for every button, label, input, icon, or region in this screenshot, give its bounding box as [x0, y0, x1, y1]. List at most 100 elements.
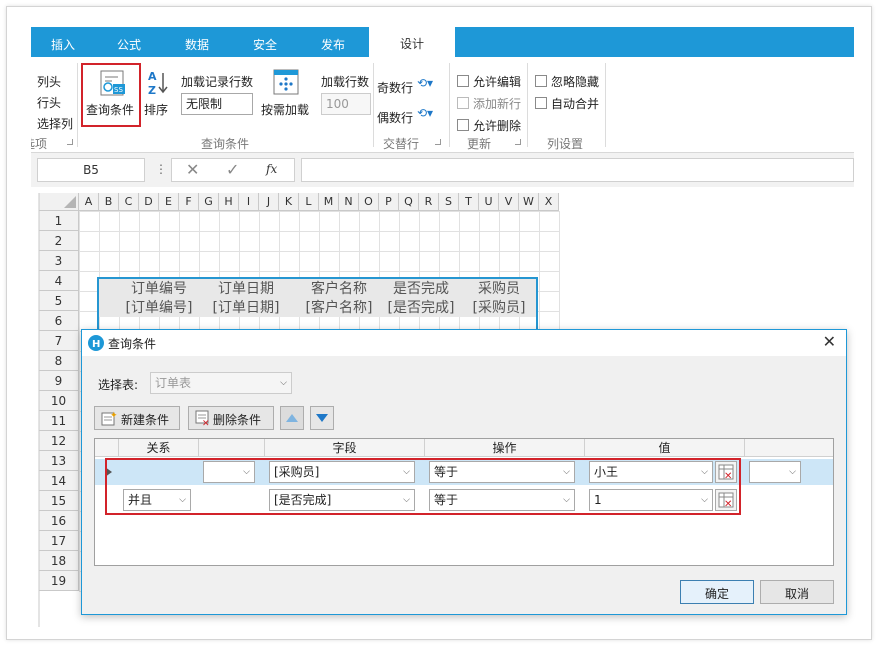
- query-condition-icon: SS: [100, 70, 125, 96]
- table-field-cell[interactable]: [采购员]: [459, 297, 539, 317]
- confirm-formula-icon[interactable]: ✓: [226, 160, 239, 179]
- ribbon-tab-bar: 插入 公式 数据 安全 发布 设计: [31, 27, 854, 57]
- formula-bar-menu-icon[interactable]: ⋮: [155, 162, 167, 176]
- group-label-update: 更新: [467, 137, 492, 151]
- odd-row-button[interactable]: 奇数行: [377, 79, 413, 96]
- screenshot-frame: 插入 公式 数据 安全 发布 设计 列头 行头 选择列 选项 SS 查询条件: [6, 6, 872, 640]
- grid-header: 关系 字段 操作 值: [95, 439, 833, 457]
- formula-input[interactable]: [301, 158, 854, 182]
- grid-indicator-header: [95, 439, 119, 457]
- formula-bar: B5 ⋮ ✕ ✓ fx: [31, 153, 854, 187]
- svg-text:Z: Z: [148, 84, 156, 97]
- load-count-label: 加载行数: [321, 75, 370, 89]
- load-rows-label: 加载记录行数: [181, 75, 254, 89]
- option-select-column[interactable]: 选择列: [37, 115, 73, 132]
- table-field-cell[interactable]: [客户名称]: [297, 297, 381, 317]
- even-row-paint-icon[interactable]: ⟲▾: [417, 106, 433, 120]
- auto-merge-checkbox[interactable]: [535, 97, 547, 109]
- tab-formula[interactable]: 公式: [107, 27, 151, 57]
- grid-header-extra: [745, 439, 833, 457]
- group-alternate-launcher-icon[interactable]: [435, 139, 441, 145]
- ribbon-separator: [527, 63, 528, 147]
- table-field-cell[interactable]: [订单编号]: [117, 297, 201, 317]
- ignore-hidden-label: 忽略隐藏: [551, 75, 600, 89]
- svg-text:✕: ✕: [202, 419, 210, 426]
- group-label-alternate-row: 交替行: [383, 137, 420, 151]
- svg-text:H: H: [92, 339, 100, 350]
- sort-label: 排序: [144, 103, 169, 117]
- ok-label: 确定: [704, 587, 729, 601]
- table-header-cell[interactable]: 是否完成: [379, 278, 463, 298]
- sort-button[interactable]: A Z 排序: [143, 65, 173, 125]
- svg-text:✦: ✦: [110, 411, 117, 421]
- ribbon-separator: [605, 63, 606, 147]
- select-table-value: 订单表: [155, 376, 192, 390]
- load-rows-input[interactable]: 无限制: [181, 93, 253, 115]
- allow-edit-label: 允许编辑: [473, 75, 522, 89]
- query-condition-button[interactable]: SS 查询条件: [81, 63, 141, 127]
- name-box[interactable]: B5: [37, 158, 145, 182]
- table-header-cell[interactable]: 订单编号: [117, 278, 201, 298]
- table-field-cell[interactable]: [订单日期]: [201, 297, 291, 317]
- load-on-demand-label: 按需加载: [261, 103, 310, 117]
- add-new-row-checkbox[interactable]: [457, 97, 469, 109]
- query-condition-dialog: H 查询条件 ✕ 选择表: 订单表 ⌵ ✦ 新建条件 ✕ 删除条件 关系 字段 …: [81, 329, 847, 615]
- cancel-label: 取消: [784, 587, 809, 601]
- even-row-button[interactable]: 偶数行: [377, 109, 413, 126]
- odd-row-paint-icon[interactable]: ⟲▾: [417, 76, 433, 90]
- delete-condition-icon: ✕: [195, 410, 210, 426]
- new-condition-button[interactable]: ✦ 新建条件: [94, 406, 180, 430]
- allow-edit-checkbox[interactable]: [457, 75, 469, 87]
- tab-security[interactable]: 安全: [243, 27, 287, 57]
- condition-grid: 关系 字段 操作 值 ⌵ [采购员] ⌵ 等于 ⌵ 小王 ⌵ ✕ ⌵ 并且 ⌵ …: [94, 438, 834, 566]
- function-icon[interactable]: fx: [266, 162, 277, 176]
- svg-text:SS: SS: [114, 86, 123, 94]
- tab-data[interactable]: 数据: [175, 27, 219, 57]
- allow-delete-label: 允许删除: [473, 119, 522, 133]
- ribbon: 列头 行头 选择列 选项 SS 查询条件 A Z 排序: [31, 57, 854, 153]
- group-label-column-settings: 列设置: [547, 137, 584, 151]
- load-count-input[interactable]: 100: [321, 93, 371, 115]
- delete-condition-button[interactable]: ✕ 删除条件: [188, 406, 274, 430]
- table-field-cell[interactable]: [是否完成]: [379, 297, 463, 317]
- dialog-close-icon[interactable]: ✕: [823, 332, 836, 351]
- extra-dropdown[interactable]: ⌵: [749, 461, 801, 483]
- grid-header-operator: 操作: [425, 439, 585, 457]
- load-on-demand-button[interactable]: 按需加载: [257, 65, 315, 125]
- grid-header-spacer: [199, 439, 265, 457]
- auto-merge-label: 自动合并: [551, 97, 600, 111]
- cancel-formula-icon[interactable]: ✕: [186, 160, 199, 179]
- chevron-down-icon: ⌵: [280, 378, 287, 388]
- allow-delete-checkbox[interactable]: [457, 119, 469, 131]
- move-down-button[interactable]: [310, 406, 334, 430]
- group-options-launcher-icon[interactable]: [67, 139, 73, 145]
- grid-header-relation: 关系: [119, 439, 199, 457]
- select-table-dropdown[interactable]: 订单表 ⌵: [150, 372, 292, 394]
- move-up-button[interactable]: [280, 406, 304, 430]
- dialog-title-bar: H 查询条件 ✕: [82, 330, 846, 356]
- table-header-cell[interactable]: 采购员: [459, 278, 539, 298]
- sort-az-icon: A Z: [148, 70, 168, 97]
- ignore-hidden-checkbox[interactable]: [535, 75, 547, 87]
- conditions-highlight: [105, 458, 741, 515]
- option-column-header[interactable]: 列头: [37, 73, 61, 90]
- tab-design[interactable]: 设计: [369, 27, 455, 57]
- chevron-down-icon: ⌵: [789, 467, 796, 477]
- svg-text:A: A: [148, 70, 157, 83]
- group-update-launcher-icon[interactable]: [515, 139, 521, 145]
- dialog-title: 查询条件: [108, 337, 157, 351]
- arrow-down-icon: [316, 414, 328, 422]
- group-label-options: 选项: [31, 137, 48, 151]
- tab-publish[interactable]: 发布: [311, 27, 355, 57]
- app-logo-icon: H: [88, 335, 104, 351]
- new-condition-icon: ✦: [101, 411, 117, 426]
- new-condition-label: 新建条件: [121, 413, 170, 427]
- load-on-demand-icon: [273, 69, 299, 95]
- option-row-header[interactable]: 行头: [37, 94, 61, 111]
- tab-insert[interactable]: 插入: [41, 27, 85, 57]
- cancel-button[interactable]: 取消: [760, 580, 834, 604]
- ok-button[interactable]: 确定: [680, 580, 754, 604]
- grid-header-field: 字段: [265, 439, 425, 457]
- table-header-cell[interactable]: 客户名称: [297, 278, 381, 298]
- table-header-cell[interactable]: 订单日期: [201, 278, 291, 298]
